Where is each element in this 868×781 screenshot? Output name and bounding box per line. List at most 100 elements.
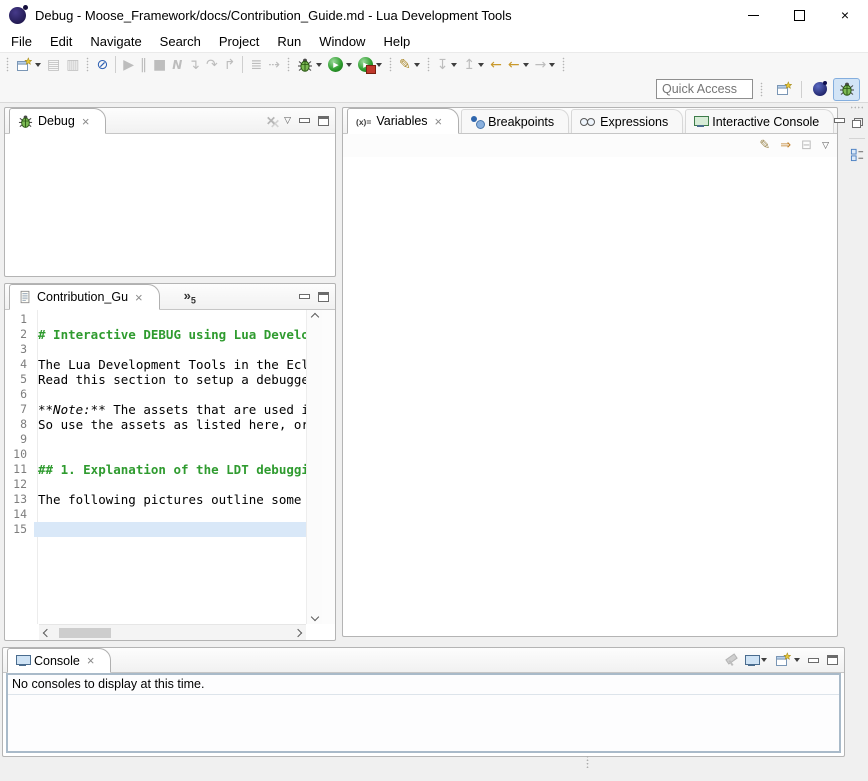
dropdown-arrow-icon[interactable] (523, 63, 529, 67)
editor-line: 2 # Interactive DEBUG using Lua Develop (5, 327, 306, 342)
dropdown-arrow-icon[interactable] (346, 63, 352, 67)
display-selected-console-button[interactable] (745, 655, 767, 666)
minimize-window-button[interactable] (730, 0, 776, 30)
dropdown-arrow-icon[interactable] (451, 63, 457, 67)
dropdown-arrow-icon[interactable] (35, 63, 41, 67)
resume-button[interactable]: ▶ (120, 55, 137, 75)
menu-window[interactable]: Window (310, 32, 374, 51)
tab-contribution-guide[interactable]: Contribution_Gu × (9, 284, 160, 310)
maximize-view-button[interactable] (318, 116, 329, 126)
editor-text-area[interactable]: 1 2 # Interactive DEBUG using Lua Develo… (5, 312, 306, 624)
dropdown-arrow-icon[interactable] (376, 63, 382, 67)
close-tab-icon[interactable]: × (435, 115, 443, 128)
tab-debug[interactable]: Debug × (9, 108, 106, 134)
open-perspective-button[interactable] (770, 78, 797, 101)
quick-access-input[interactable] (656, 79, 753, 99)
toolbar-handle[interactable] (287, 57, 290, 72)
forward-button[interactable]: → (532, 55, 559, 75)
last-edit-location-button[interactable]: ← (487, 55, 505, 75)
dropdown-arrow-icon[interactable] (414, 63, 420, 67)
toolbar-handle[interactable] (6, 57, 9, 72)
minimize-view-button[interactable] (299, 118, 310, 123)
open-console-button[interactable] (775, 652, 800, 668)
menu-edit[interactable]: Edit (41, 32, 81, 51)
status-drag-handle[interactable] (586, 755, 589, 769)
disconnect-button[interactable]: N (169, 55, 185, 75)
menu-run[interactable]: Run (268, 32, 310, 51)
close-tab-icon[interactable]: × (87, 654, 95, 667)
toolbar-handle[interactable] (86, 57, 89, 72)
new-wizard-button[interactable] (13, 55, 44, 75)
dropdown-arrow-icon[interactable] (761, 658, 767, 662)
editor-body: 1 2 # Interactive DEBUG using Lua Develo… (5, 310, 335, 640)
minimize-view-button[interactable] (299, 294, 310, 299)
show-type-names-button[interactable]: ✎ (759, 139, 770, 152)
scroll-right-icon[interactable] (294, 629, 302, 637)
menu-navigate[interactable]: Navigate (81, 32, 150, 51)
tab-interactive-console[interactable]: Interactive Console (685, 109, 834, 133)
pin-console-button[interactable] (724, 654, 737, 667)
collapse-all-button[interactable]: ⊟ (801, 139, 812, 152)
terminate-button[interactable]: ■ (150, 55, 169, 75)
maximize-window-button[interactable] (776, 0, 822, 30)
save-button[interactable]: ▤ (44, 55, 63, 75)
trim-drag-handle[interactable] (850, 106, 864, 109)
close-window-button[interactable]: × (822, 0, 868, 30)
document-icon (18, 290, 32, 304)
horizontal-scrollbar[interactable] (39, 624, 306, 640)
tab-console[interactable]: Console × (7, 648, 111, 673)
toolbar-handle[interactable] (427, 57, 430, 72)
view-menu-button[interactable]: ▽ (822, 141, 829, 151)
more-editors-chevron[interactable]: »5 (184, 288, 196, 306)
ldt-perspective-button[interactable] (806, 78, 833, 101)
tab-expressions[interactable]: Expressions (571, 109, 683, 133)
tab-variables[interactable]: Variables × (347, 108, 459, 134)
scroll-up-icon[interactable] (311, 313, 319, 321)
outline-view-button[interactable] (847, 144, 867, 164)
toolbar-handle[interactable] (760, 82, 763, 97)
run-button[interactable] (325, 55, 355, 74)
window-controls: × (730, 0, 868, 30)
dropdown-arrow-icon[interactable] (794, 658, 800, 662)
menu-search[interactable]: Search (151, 32, 210, 51)
menu-file[interactable]: File (2, 32, 41, 51)
dropdown-arrow-icon[interactable] (549, 63, 555, 67)
minimize-view-button[interactable] (808, 658, 819, 663)
vertical-scrollbar[interactable] (306, 310, 322, 624)
show-logical-structures-button[interactable]: ⇒ (780, 139, 791, 152)
step-return-button[interactable]: ↱ (221, 55, 239, 75)
maximize-view-button[interactable] (318, 292, 329, 302)
menu-help[interactable]: Help (374, 32, 419, 51)
debug-button[interactable] (294, 55, 325, 75)
tab-breakpoints[interactable]: Breakpoints (461, 109, 569, 133)
drop-to-frame-button[interactable]: ⇢ (265, 55, 283, 75)
use-step-filters-button[interactable]: ≣ (247, 55, 265, 75)
restore-view-button[interactable] (847, 113, 867, 133)
search-button[interactable]: ✎ (396, 55, 423, 75)
step-over-button[interactable]: ↷ (203, 55, 221, 75)
view-menu-button[interactable]: ▽ (284, 116, 291, 126)
scroll-down-icon[interactable] (311, 613, 319, 621)
remove-all-terminated-button[interactable]: ✕ (266, 114, 276, 128)
close-tab-icon[interactable]: × (135, 291, 143, 304)
minimize-view-button[interactable] (834, 118, 845, 123)
skip-all-breakpoints-button[interactable]: ⊘ (93, 55, 111, 75)
previous-annotation-button[interactable]: ↥ (460, 55, 487, 75)
debug-perspective-button[interactable] (833, 78, 860, 101)
step-into-button[interactable]: ↴ (185, 55, 203, 75)
next-annotation-button[interactable]: ↧ (434, 55, 461, 75)
scrollbar-thumb[interactable] (59, 628, 111, 638)
dropdown-arrow-icon[interactable] (478, 63, 484, 67)
dropdown-arrow-icon[interactable] (316, 63, 322, 67)
external-tools-button[interactable] (355, 55, 385, 74)
line-number: 6 (5, 387, 34, 402)
scroll-left-icon[interactable] (43, 629, 51, 637)
menu-project[interactable]: Project (210, 32, 268, 51)
toolbar-handle[interactable] (562, 57, 565, 72)
suspend-button[interactable]: ‖ (137, 55, 150, 75)
maximize-view-button[interactable] (827, 655, 838, 665)
close-tab-icon[interactable]: × (82, 115, 90, 128)
back-button[interactable]: ← (505, 55, 532, 75)
save-all-button[interactable]: ▥ (63, 55, 82, 75)
toolbar-handle[interactable] (389, 57, 392, 72)
